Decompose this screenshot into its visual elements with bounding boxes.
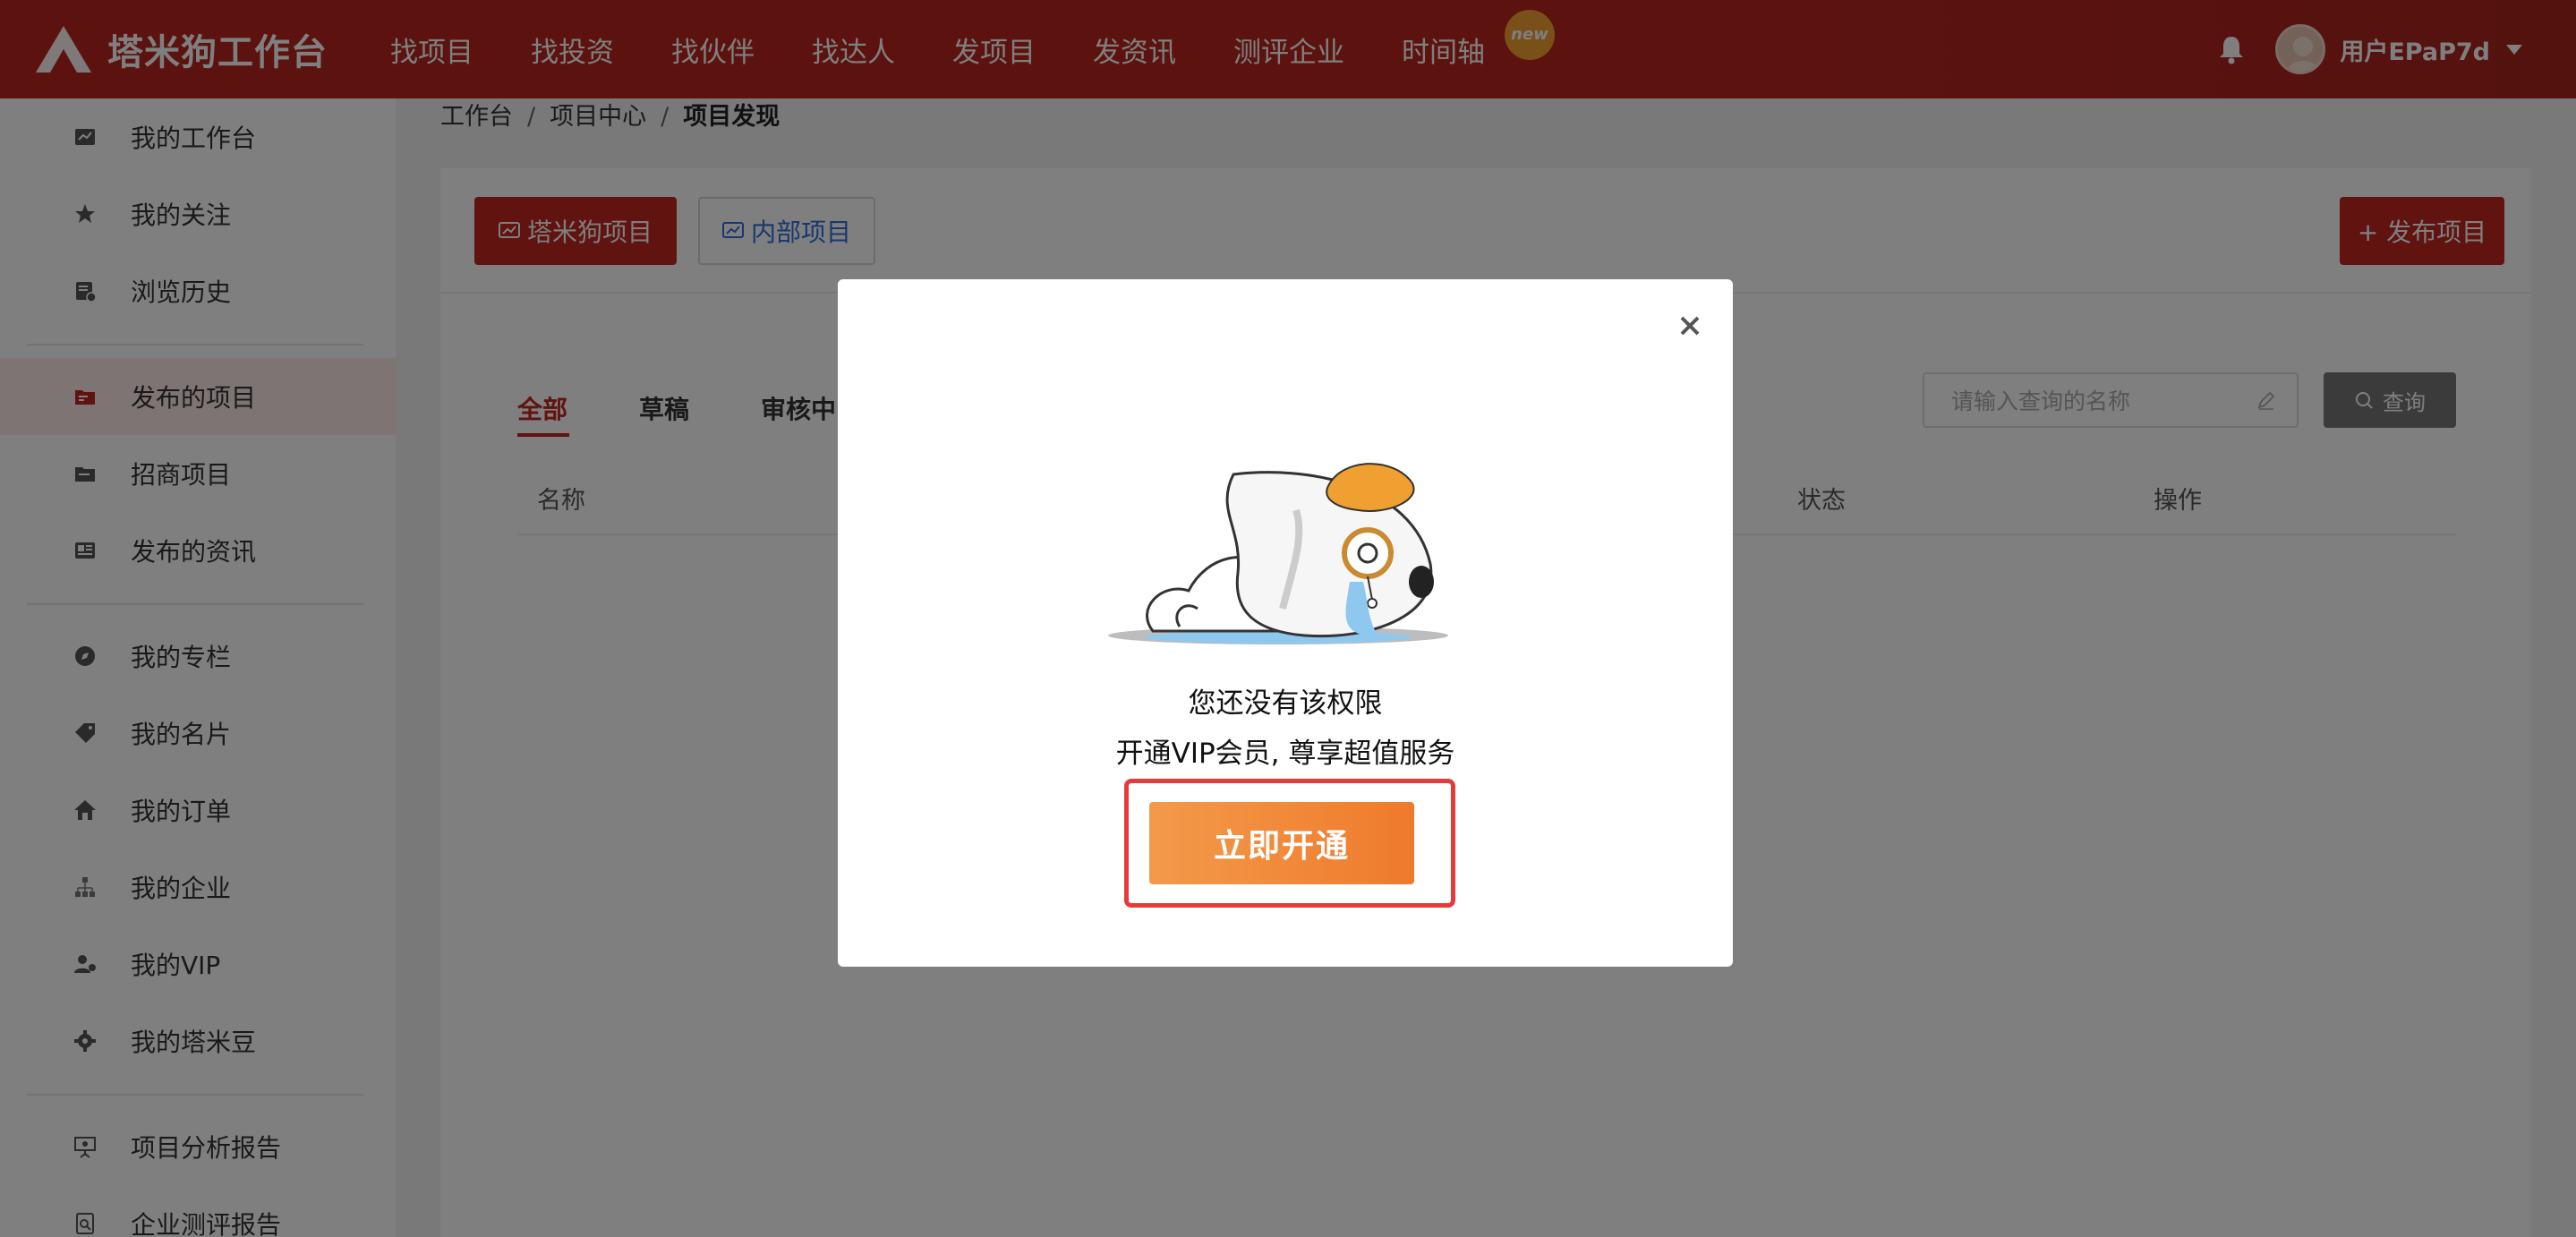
crying-dog-illustration <box>1108 463 1448 644</box>
close-icon[interactable] <box>1677 313 1702 338</box>
vip-promo-text: 开通VIP会员, 尊享超值服务 <box>1115 738 1455 770</box>
no-permission-text: 您还没有该权限 <box>1188 687 1383 720</box>
activate-vip-button[interactable]: 立即开通 <box>1149 802 1414 884</box>
permission-modal: 您还没有该权限 开通VIP会员, 尊享超值服务 立即开通 <box>838 279 1733 967</box>
